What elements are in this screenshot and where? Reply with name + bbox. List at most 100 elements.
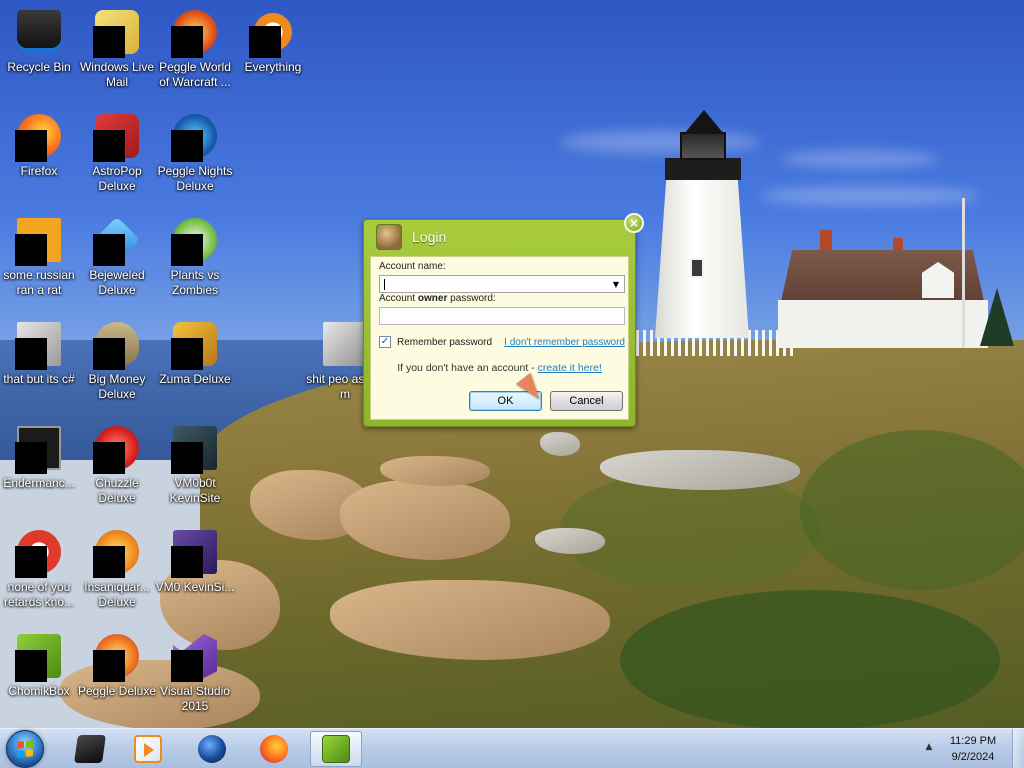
desktop-icon-vm0-kevinsite[interactable]: VM0 KevinSi...	[156, 524, 234, 624]
clock-time: 11:29 PM	[949, 735, 997, 747]
login-title: Login	[412, 229, 447, 245]
desktop-icon-vm0b0t-kevinsite[interactable]: VM0b0t KevinSite	[156, 420, 234, 520]
desktop-icon-label: that but its c#	[3, 372, 75, 386]
desktop-icon-astropop[interactable]: AstroPop Deluxe	[78, 108, 156, 208]
taskbar-item-firefox[interactable]	[248, 731, 300, 767]
desktop-icon-visual-studio-2015[interactable]: Visual Studio 2015	[156, 628, 234, 728]
desktop-icon-chomikbox[interactable]: ChomikBox	[0, 628, 78, 728]
file-icon	[15, 320, 63, 370]
login-titlebar[interactable]: Login	[364, 220, 635, 254]
peggle-icon	[171, 8, 219, 58]
app-icon	[171, 424, 219, 474]
desktop-icon-none-of-you[interactable]: none of you retards kno...	[0, 524, 78, 624]
desktop-icon-peggle-wow[interactable]: Peggle World of Warcraft ...	[156, 4, 234, 104]
windows-logo-icon	[17, 740, 33, 758]
desktop-icon-label: Recycle Bin	[7, 60, 71, 74]
game-icon	[93, 528, 141, 578]
wallpaper-house-roof	[780, 250, 985, 306]
firefox-icon	[15, 112, 63, 162]
wallpaper-cloud	[760, 186, 980, 206]
remember-password-checkbox[interactable]: ✓	[379, 336, 391, 348]
wallpaper-cloud	[780, 150, 940, 168]
create-account-link[interactable]: create it here!	[538, 362, 602, 374]
desktop-icon-label: VM0 KevinSi...	[155, 580, 235, 594]
desktop-icon-that-but-its-csharp[interactable]: that but its c#	[0, 316, 78, 416]
desktop-icon-peggle-deluxe[interactable]: Peggle Deluxe	[78, 628, 156, 728]
desktop-icon-everything[interactable]: Everything	[234, 4, 312, 104]
desktop-icon-insaniquarium[interactable]: Insaniquar... Deluxe	[78, 524, 156, 624]
taskbar-item-chomikbox[interactable]	[310, 731, 362, 767]
desktop-icon-label: Endermanc...	[3, 476, 75, 490]
login-dialog: Login × Account name: ▼ Account owner pa…	[363, 213, 644, 427]
redaction-box	[171, 26, 203, 58]
taskbar-item-terminal[interactable]	[64, 731, 116, 767]
desktop-icon-label: Windows Live Mail	[79, 60, 155, 89]
desktop-icon-label: Firefox	[20, 164, 58, 178]
redaction-box	[15, 546, 47, 578]
desktop-icon-peggle-nights[interactable]: Peggle Nights Deluxe	[156, 108, 234, 208]
redaction-box	[15, 442, 47, 474]
desktop-icon-label: some russian ran a rat	[3, 268, 75, 297]
password-label-suffix: password:	[447, 293, 496, 304]
redaction-box	[171, 546, 203, 578]
desktop-icon-label: VM0b0t KevinSite	[169, 476, 221, 505]
wallpaper-house	[778, 300, 988, 348]
system-clock[interactable]: 11:29 PM 9/2/2024	[940, 733, 1006, 765]
close-button[interactable]: ×	[624, 213, 644, 233]
taskbar-item-browser[interactable]	[186, 731, 238, 767]
desktop-icon-russian-rat[interactable]: some russian ran a rat	[0, 212, 78, 312]
wallpaper-cloud	[560, 130, 760, 154]
chomikbox-icon	[15, 632, 63, 682]
desktop-icon-chuzzle[interactable]: Chuzzle Deluxe	[78, 420, 156, 520]
wallpaper-lighthouse-window	[690, 258, 704, 278]
redaction-box	[93, 650, 125, 682]
taskbar-item-media-player[interactable]	[122, 731, 174, 767]
desktop-icon-label: Zuma Deluxe	[159, 372, 231, 386]
account-name-label: Account name:	[379, 261, 446, 272]
file-icon	[15, 216, 63, 266]
password-field[interactable]	[379, 307, 625, 325]
cancel-button[interactable]: Cancel	[550, 391, 623, 411]
redaction-box	[15, 234, 47, 266]
redaction-box	[93, 234, 125, 266]
game-icon	[93, 424, 141, 474]
taskbar: ▲ 11:29 PM 9/2/2024	[0, 728, 1024, 768]
wallpaper-grass	[620, 590, 1000, 728]
search-tool-icon	[249, 8, 297, 58]
signup-row: If you don't have an account - create it…	[371, 362, 628, 374]
desktop-icon-label: Visual Studio 2015	[160, 684, 230, 713]
desktop-icon-windows-live-mail[interactable]: Windows Live Mail	[78, 4, 156, 104]
desktop-icon-big-money[interactable]: Big Money Deluxe	[78, 316, 156, 416]
redaction-box	[171, 442, 203, 474]
media-player-icon	[134, 735, 162, 763]
app-icon	[15, 424, 63, 474]
show-desktop-button[interactable]	[1012, 729, 1024, 768]
desktop-icon-label: Peggle World of Warcraft ...	[159, 60, 231, 89]
desktop-icon-label: Peggle Nights Deluxe	[157, 164, 233, 193]
visual-studio-icon	[171, 632, 219, 682]
show-hidden-icons-arrow[interactable]: ▲	[922, 740, 936, 754]
remember-password-row: ✓ Remember password I don't remember pas…	[379, 335, 625, 349]
start-button[interactable]	[6, 730, 44, 768]
wallpaper-grass	[800, 430, 1024, 590]
dropdown-arrow-icon[interactable]: ▼	[610, 279, 622, 291]
redaction-box	[93, 546, 125, 578]
desktop-icon-plants-vs-zombies[interactable]: Plants vs Zombies	[156, 212, 234, 312]
remember-password-label[interactable]: Remember password	[397, 337, 492, 348]
desktop-icon-bejeweled[interactable]: Bejeweled Deluxe	[78, 212, 156, 312]
desktop-icon-recycle-bin[interactable]: Recycle Bin	[0, 4, 78, 104]
browser-globe-icon	[198, 735, 226, 763]
file-icon	[321, 320, 369, 368]
desktop-icon-endermanch[interactable]: Endermanc...	[0, 420, 78, 520]
forgot-password-link[interactable]: I don't remember password	[504, 337, 625, 348]
game-icon	[171, 320, 219, 370]
desktop-icon-zuma[interactable]: Zuma Deluxe	[156, 316, 234, 416]
redaction-box	[171, 130, 203, 162]
wallpaper-flagpole	[962, 198, 965, 348]
account-name-combobox[interactable]: ▼	[379, 275, 625, 293]
wallpaper-lighthouse-lamp	[680, 132, 726, 160]
wallpaper-rock	[540, 432, 580, 456]
redaction-box	[15, 650, 47, 682]
chomikbox-icon	[376, 224, 402, 250]
desktop-icon-firefox[interactable]: Firefox	[0, 108, 78, 208]
